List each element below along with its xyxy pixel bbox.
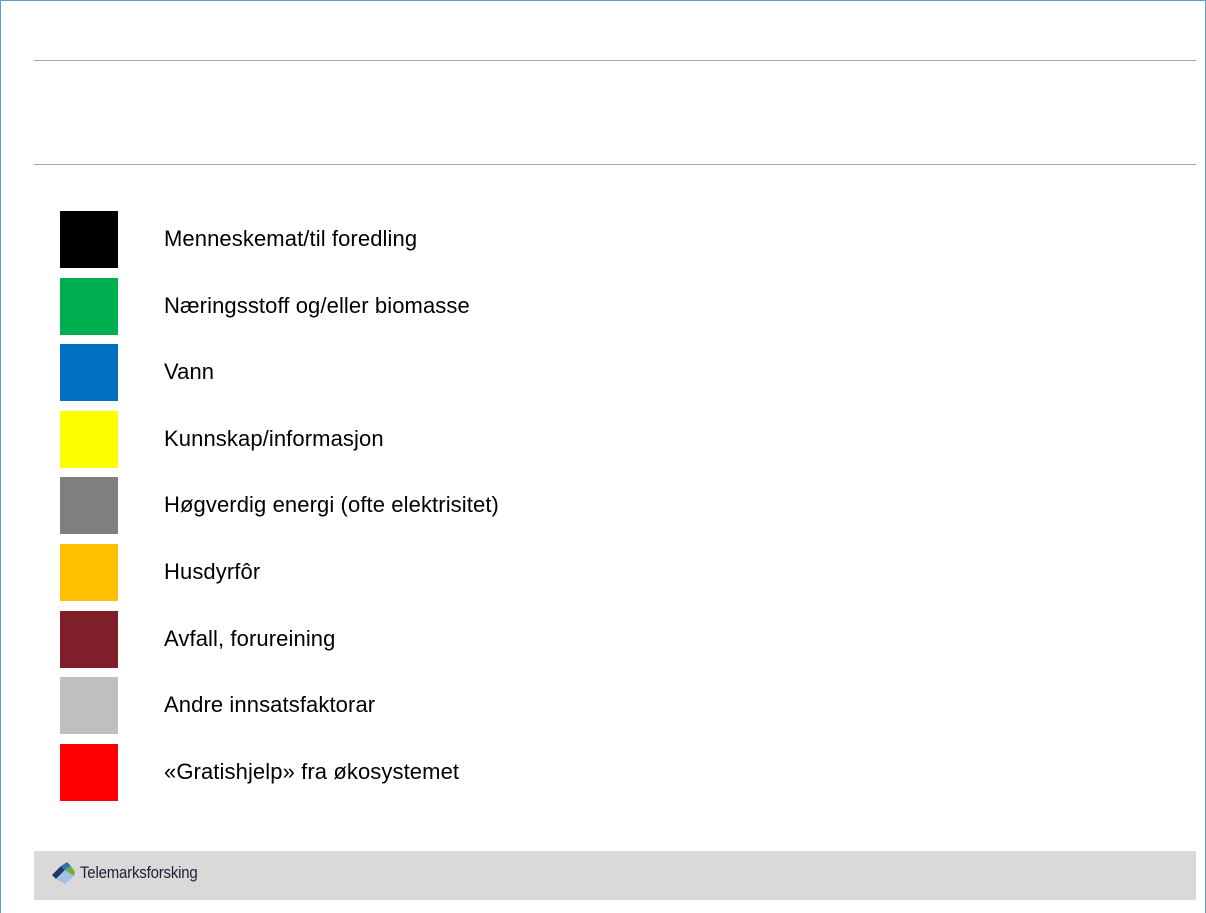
color-legend: Menneskemat/til foredling Næringsstoff og… <box>60 211 1160 810</box>
legend-swatch <box>60 211 118 268</box>
legend-item: «Gratishjelp» fra økosystemet <box>60 743 1160 801</box>
footer-logo: Telemarksforsking <box>50 861 214 885</box>
legend-label: Avfall, forureining <box>164 625 336 651</box>
title-divider <box>34 164 1196 165</box>
telemarksforsking-logo-icon <box>52 862 75 884</box>
legend-item: Avfall, forureining <box>60 610 1160 668</box>
legend-label: Andre innsatsfaktorar <box>164 692 376 718</box>
legend-swatch <box>60 410 118 468</box>
logo-text: Telemarksforsking <box>80 863 198 882</box>
top-divider <box>34 60 1196 61</box>
slide-page: Menneskemat/til foredling Næringsstoff og… <box>0 0 1206 913</box>
legend-label: Vann <box>164 359 215 385</box>
legend-swatch <box>60 677 118 735</box>
legend-label: Menneskemat/til foredling <box>164 226 418 251</box>
legend-item: Kunnskap/informasjon <box>60 410 1160 468</box>
legend-item: Menneskemat/til foredling <box>60 211 1160 268</box>
legend-item: Vann <box>60 344 1160 402</box>
legend-item: Andre innsatsfaktorar <box>60 677 1160 735</box>
legend-label: Husdyrfôr <box>164 558 261 584</box>
legend-swatch <box>60 743 118 801</box>
legend-item: Høgverdig energi (ofte elektrisitet) <box>60 477 1160 535</box>
legend-swatch <box>60 344 118 402</box>
legend-item: Husdyrfôr <box>60 543 1160 601</box>
legend-item: Næringsstoff og/eller biomasse <box>60 277 1160 335</box>
legend-swatch <box>60 477 118 535</box>
legend-label: Næringsstoff og/eller biomasse <box>164 292 470 318</box>
legend-label: «Gratishjelp» fra økosystemet <box>164 758 460 784</box>
legend-label: Høgverdig energi (ofte elektrisitet) <box>164 492 499 518</box>
legend-swatch <box>60 277 118 335</box>
footer-bar: Telemarksforsking <box>34 851 1196 900</box>
legend-swatch <box>60 610 118 668</box>
legend-swatch <box>60 543 118 601</box>
legend-label: Kunnskap/informasjon <box>164 425 384 451</box>
